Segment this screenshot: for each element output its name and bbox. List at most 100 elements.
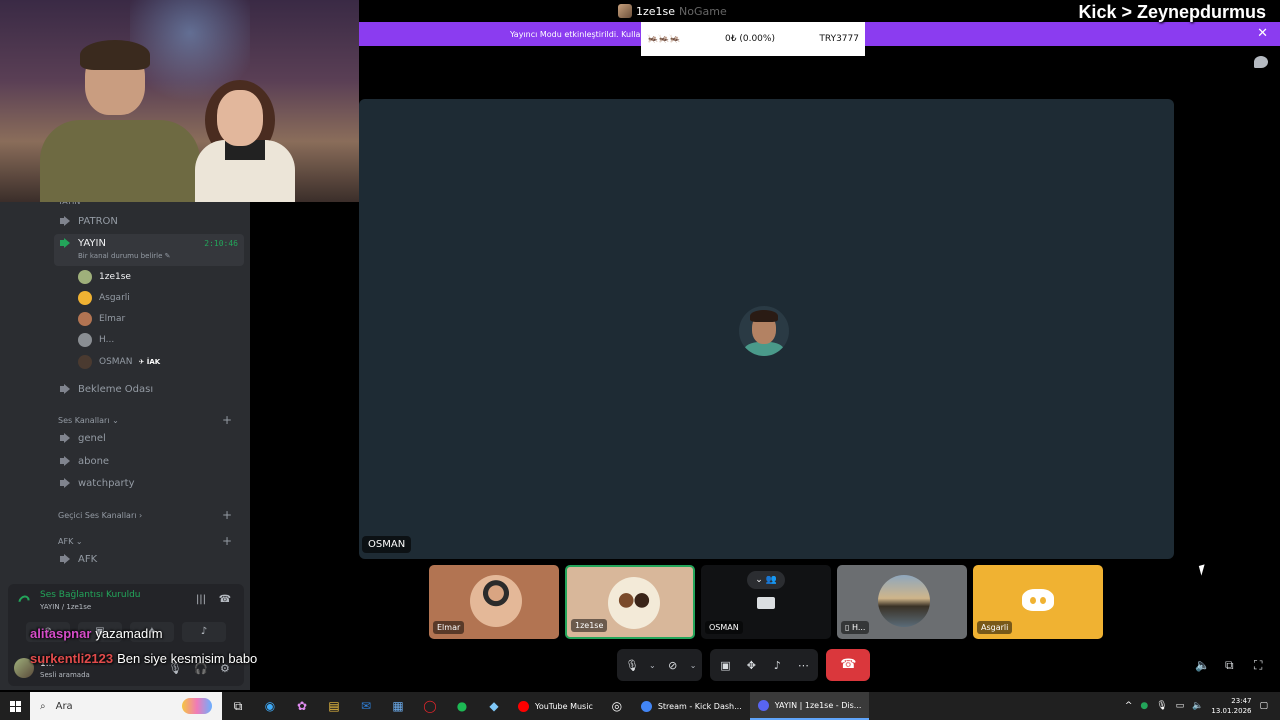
taskbar-app-label: YouTube Music xyxy=(535,701,593,711)
tile-name: Asgarli xyxy=(977,621,1013,634)
channel-patron[interactable]: PATRON xyxy=(54,210,244,232)
channel-label: Bekleme Odası xyxy=(78,383,154,395)
channel-status[interactable]: Bir kanal durumu belirle ✎ xyxy=(78,252,171,260)
channel-genel[interactable]: genel xyxy=(54,427,244,449)
store-icon[interactable]: ▦ xyxy=(382,699,414,713)
participant-tile[interactable]: ▯ H... xyxy=(837,565,967,639)
category-temp-voice[interactable]: Geçici Ses Kanalları › + xyxy=(58,508,238,522)
voice-user-osman[interactable]: OSMAN ✈ İAK xyxy=(78,353,160,371)
chevron-down-icon[interactable]: ⌄ xyxy=(690,661,697,670)
stage-participant-name: OSMAN xyxy=(362,536,412,553)
add-channel-icon[interactable]: + xyxy=(222,508,232,522)
user-panel-status: Sesli aramada xyxy=(40,671,90,679)
chevron-down-icon: ⌄ xyxy=(75,536,83,546)
tile-name-text: H... xyxy=(851,623,866,632)
search-icon: ⌕ xyxy=(40,700,46,712)
end-call-button[interactable]: ☎ xyxy=(826,649,871,681)
donation-amount: 0₺ (0.00%) xyxy=(725,34,775,44)
category-label: Geçici Ses Kanalları xyxy=(58,510,137,520)
volume-icon[interactable]: 🔈 xyxy=(1192,701,1203,711)
search-highlight-icon xyxy=(182,698,212,714)
taskbar-app-discord[interactable]: YAYIN | 1ze1se - Dis... xyxy=(749,692,870,720)
more-icon[interactable]: ⋯ xyxy=(794,659,812,672)
category-voice-channels[interactable]: Ses Kanalları ⌄ + xyxy=(58,413,238,427)
chevron-right-icon: › xyxy=(139,510,143,520)
popout-icon[interactable]: ⧉ xyxy=(1225,658,1234,673)
chevron-up-icon[interactable]: ^ xyxy=(1125,701,1133,711)
copilot-icon[interactable]: ✿ xyxy=(286,699,318,713)
notification-icon[interactable]: ▢ xyxy=(1259,701,1268,711)
chevron-down-icon[interactable]: ⌄ xyxy=(649,661,656,670)
screen-share-icon[interactable]: ▣ xyxy=(716,659,734,672)
task-view-icon[interactable]: ⧉ xyxy=(222,699,254,714)
participant-tile[interactable]: Elmar xyxy=(429,565,559,639)
soundboard-button[interactable]: ♪ xyxy=(182,622,226,642)
volume-icon[interactable]: 🔈 xyxy=(1195,658,1210,672)
clock-time: 23:47 xyxy=(1231,697,1252,705)
participant-tile[interactable]: 1ze1se xyxy=(565,565,695,639)
noise-suppression-icon[interactable]: ||| xyxy=(194,594,208,606)
status-dot-icon[interactable]: ● xyxy=(1140,701,1148,711)
spotify-icon[interactable]: ● xyxy=(446,699,478,713)
badge-label: İAK xyxy=(146,358,161,366)
taskbar-app-youtube-music[interactable]: YouTube Music xyxy=(510,692,601,720)
taskbar-app-chrome[interactable]: Stream - Kick Dash... xyxy=(633,692,750,720)
soundboard-icon[interactable]: ♪ xyxy=(768,659,786,672)
outlook-icon[interactable]: ✉ xyxy=(350,699,382,713)
fullscreen-icon[interactable]: ⛶ xyxy=(1254,658,1262,673)
windows-start-button[interactable] xyxy=(0,692,30,720)
camera-off-icon[interactable]: ⊘ xyxy=(664,659,682,672)
user-name: Asgarli xyxy=(99,293,130,303)
donation-code: TRY3777 xyxy=(819,34,859,44)
obs-icon[interactable]: ◎ xyxy=(601,699,633,713)
chat-username: alitaspnar xyxy=(30,626,92,641)
voice-user-elmar[interactable]: Elmar xyxy=(78,310,125,328)
microphone-icon[interactable]: 🎙 xyxy=(623,659,641,672)
camera-icon xyxy=(757,597,775,609)
microphone-icon[interactable]: 🎙 xyxy=(1156,701,1167,711)
add-channel-icon[interactable]: + xyxy=(222,413,232,427)
close-icon[interactable]: ✕ xyxy=(1257,26,1268,41)
avatar xyxy=(78,333,92,347)
avatar xyxy=(78,270,92,284)
donation-emotes: 🦗🦗🦗 xyxy=(647,34,681,44)
chat-bubble-icon[interactable] xyxy=(1254,56,1268,68)
opera-icon[interactable]: ◯ xyxy=(414,699,446,713)
voice-user-asgarli[interactable]: Asgarli xyxy=(78,289,130,307)
edge-icon[interactable]: ◉ xyxy=(254,699,286,713)
category-afk[interactable]: AFK ⌄ + xyxy=(58,534,238,548)
avatar xyxy=(78,312,92,326)
disconnect-icon[interactable]: ☎ xyxy=(218,594,232,606)
activity-icon[interactable]: ✥ xyxy=(742,659,760,672)
channel-waiting-room[interactable]: Bekleme Odası xyxy=(54,378,244,400)
channel-abone[interactable]: abone xyxy=(54,450,244,472)
channel-watchparty[interactable]: watchparty xyxy=(54,472,244,494)
system-clock[interactable]: 23:47 13.01.2026 xyxy=(1211,696,1251,716)
category-label: AFK xyxy=(58,536,74,546)
file-explorer-icon[interactable]: ▤ xyxy=(318,699,350,713)
voice-user-h[interactable]: H... xyxy=(78,331,114,349)
channel-label: AFK xyxy=(78,553,98,565)
clock-date: 13.01.2026 xyxy=(1211,707,1252,715)
tile-controls[interactable]: ⌄ 👥 xyxy=(747,571,785,589)
donation-widget: 🦗🦗🦗 0₺ (0.00%) TRY3777 xyxy=(641,22,865,56)
voice-user-1ze1se[interactable]: 1ze1se xyxy=(78,268,131,286)
app-icon[interactable]: ◆ xyxy=(478,699,510,713)
window-title-ghost: NoGame xyxy=(679,4,727,18)
taskbar-search[interactable]: ⌕ Ara xyxy=(30,692,222,720)
chevron-down-icon: ⌄ xyxy=(112,415,119,425)
participant-tile[interactable]: ⌄ 👥 OSMAN xyxy=(701,565,831,639)
mouse-cursor xyxy=(1198,564,1208,576)
signal-icon[interactable] xyxy=(16,593,32,609)
tile-name: ▯ H... xyxy=(841,621,870,634)
speaker-icon xyxy=(60,433,72,443)
participant-tile[interactable]: Asgarli xyxy=(973,565,1103,639)
channel-afk[interactable]: AFK xyxy=(54,548,244,570)
kick-overlay-title: Kick > Zeynepdurmus xyxy=(1078,2,1266,22)
speaker-icon xyxy=(60,384,72,394)
channel-yayin-active[interactable]: YAYIN 2:10:46 Bir kanal durumu belirle ✎ xyxy=(54,234,244,266)
add-channel-icon[interactable]: + xyxy=(222,534,232,548)
focused-video-stage[interactable]: OSMAN xyxy=(359,99,1174,559)
network-icon[interactable]: ▭ xyxy=(1176,701,1185,711)
voice-connection-title[interactable]: Ses Bağlantısı Kuruldu xyxy=(40,590,140,600)
